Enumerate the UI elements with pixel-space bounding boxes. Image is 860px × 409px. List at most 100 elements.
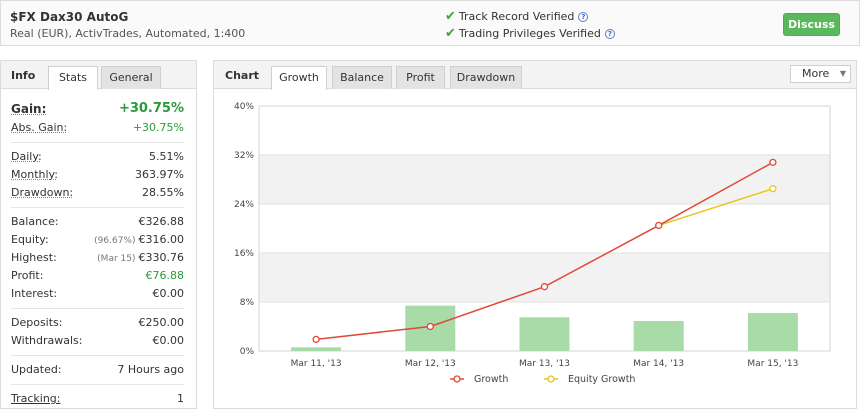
highest-date: (Mar 15): [97, 254, 136, 264]
tracking-value: 1: [177, 392, 184, 405]
stat-withdrawals: Withdrawals: €0.00: [11, 332, 184, 350]
highest-label: Highest:: [11, 251, 57, 264]
system-description: Real (EUR), ActivTrades, Automated, 1:40…: [10, 27, 246, 40]
withdrawals-label: Withdrawals:: [11, 334, 83, 347]
x-tick-label: Mar 13, '13: [519, 359, 570, 369]
grid-band: [259, 155, 830, 204]
system-header: $FX Dax30 AutoG Real (EUR), ActivTrades,…: [0, 0, 860, 46]
updated-value: 7 Hours ago: [117, 363, 184, 376]
track-record-label: Track Record Verified: [458, 10, 575, 23]
equity-percent: (96.67%): [94, 236, 136, 246]
help-icon[interactable]: ?: [578, 12, 589, 22]
y-tick-label: 8%: [240, 298, 255, 308]
daily-value: 5.51%: [149, 150, 184, 163]
highest-value-wrap: (Mar 15) €330.76: [97, 249, 184, 268]
help-icon[interactable]: ?: [604, 29, 615, 39]
stat-abs-gain: Abs. Gain: +30.75%: [11, 119, 184, 137]
data-point: [769, 185, 777, 193]
drawdown-value: 28.55%: [142, 186, 184, 199]
y-tick-label: 16%: [234, 249, 254, 259]
trading-privileges-verified: ✔ Trading Privileges Verified?: [445, 26, 615, 41]
chart-tabbar: Chart Growth Balance Profit Drawdown Mor…: [214, 61, 856, 90]
divider: [11, 355, 184, 356]
divider: [11, 308, 184, 309]
legend-label: Growth: [474, 374, 508, 385]
updated-label: Updated:: [11, 363, 62, 376]
grid-band: [259, 253, 830, 302]
stat-daily: Daily: 5.51%: [11, 148, 184, 166]
info-tabbar: Info Stats General: [1, 61, 196, 90]
stat-highest: Highest: (Mar 15) €330.76: [11, 249, 184, 267]
data-point: [540, 283, 549, 291]
interest-label: Interest:: [11, 287, 58, 300]
equity-value: €316.00: [138, 233, 185, 246]
tab-profit[interactable]: Profit: [396, 66, 445, 89]
stat-gain: Gain: +30.75%: [11, 99, 184, 119]
highest-value: €330.76: [138, 251, 185, 264]
x-tick-label: Mar 11, '13: [291, 359, 342, 369]
stat-profit: Profit: €76.88: [11, 267, 184, 285]
data-point: [426, 322, 434, 331]
track-record-verified: ✔ Track Record Verified?: [445, 9, 589, 24]
check-icon: ✔: [445, 9, 456, 24]
drawdown-label[interactable]: Drawdown:: [11, 184, 73, 202]
deposits-label: Deposits:: [11, 316, 63, 329]
stat-drawdown: Drawdown: 28.55%: [11, 184, 184, 202]
trading-privileges-label: Trading Privileges Verified: [458, 27, 601, 40]
tab-drawdown[interactable]: Drawdown: [450, 66, 522, 89]
data-point: [655, 221, 663, 230]
x-tick-label: Mar 12, '13: [405, 359, 456, 369]
profit-label: Profit:: [11, 269, 44, 282]
abs-gain-label[interactable]: Abs. Gain:: [11, 119, 67, 137]
legend-swatch-marker: [547, 375, 555, 383]
stat-equity: Equity: (96.67%) €316.00: [11, 231, 184, 249]
abs-gain-value: +30.75%: [132, 121, 184, 134]
divider: [11, 384, 184, 385]
tab-stats[interactable]: Stats: [48, 66, 98, 90]
stats-list: Gain: +30.75% Abs. Gain: +30.75% Daily: …: [11, 99, 184, 408]
stat-updated: Updated: 7 Hours ago: [11, 361, 184, 379]
stat-monthly: Monthly: 363.97%: [11, 166, 184, 184]
monthly-label[interactable]: Monthly:: [11, 166, 58, 184]
stat-tracking: Tracking: 1: [11, 390, 184, 408]
data-point: [769, 158, 777, 166]
stat-interest: Interest: €0.00: [11, 285, 184, 303]
balance-label: Balance:: [11, 215, 59, 228]
legend-label: Equity Growth: [568, 374, 635, 385]
chart-header: Chart: [225, 69, 260, 82]
more-dropdown[interactable]: More ▼: [790, 65, 851, 83]
more-label: More: [802, 67, 830, 80]
x-tick-label: Mar 14, '13: [633, 359, 684, 369]
y-tick-label: 0%: [240, 347, 255, 357]
plot-area: [258, 105, 831, 352]
tab-general[interactable]: General: [101, 66, 161, 89]
y-tick-label: 40%: [234, 102, 254, 112]
legend-swatch-marker: [453, 375, 461, 383]
tab-growth[interactable]: Growth: [271, 66, 327, 90]
tab-balance[interactable]: Balance: [332, 66, 392, 89]
bar: [633, 320, 684, 351]
gain-value: +30.75%: [118, 101, 184, 116]
profit-value: €76.88: [145, 269, 185, 282]
equity-label: Equity:: [11, 233, 49, 246]
gain-label[interactable]: Gain:: [11, 99, 46, 119]
data-point: [312, 335, 320, 344]
check-icon: ✔: [445, 26, 456, 41]
stat-balance: Balance: €326.88: [11, 213, 184, 231]
info-header: Info: [11, 69, 36, 82]
x-tick-label: Mar 15, '13: [747, 359, 798, 369]
divider: [11, 142, 184, 143]
bar: [747, 313, 798, 351]
tracking-link[interactable]: Tracking:: [11, 390, 61, 408]
bar: [291, 347, 342, 351]
equity-value-wrap: (96.67%) €316.00: [94, 231, 184, 250]
deposits-value: €250.00: [138, 316, 185, 329]
info-panel: Info Stats General Gain: +30.75% Abs. Ga…: [0, 60, 197, 409]
stat-deposits: Deposits: €250.00: [11, 314, 184, 332]
interest-value: €0.00: [152, 287, 185, 300]
y-tick-label: 32%: [234, 151, 254, 161]
system-name[interactable]: $FX Dax30 AutoG: [10, 10, 128, 24]
discuss-button[interactable]: Discuss: [783, 13, 840, 36]
y-tick-label: 24%: [234, 200, 254, 210]
daily-label[interactable]: Daily:: [11, 148, 42, 166]
